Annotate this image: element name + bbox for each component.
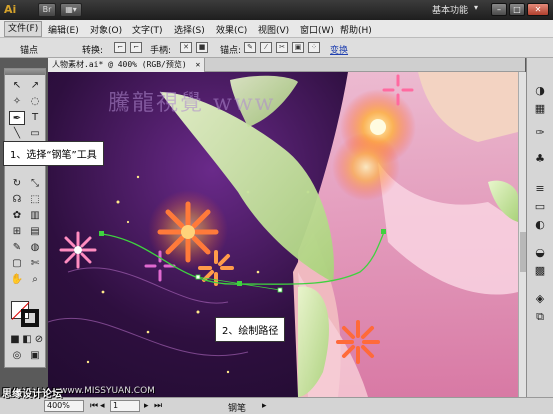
column-graph-tool-icon[interactable]: ▥: [27, 209, 43, 223]
menu-window[interactable]: 窗口(W): [300, 23, 334, 36]
gradient-panel-icon[interactable]: ▭: [532, 200, 548, 214]
hide-handles-icon[interactable]: ■: [196, 42, 208, 53]
eyedropper-tool-icon[interactable]: ✎: [9, 241, 25, 255]
rotate-tool-icon[interactable]: ↻: [9, 177, 25, 191]
anchor-point: [99, 231, 104, 236]
next-artboard-icon[interactable]: ▸: [144, 401, 149, 411]
graphic-styles-panel-icon[interactable]: ▩: [532, 264, 548, 278]
title-bar: Ai Br ▦▾ 基本功能 ▾ – □ ✕: [0, 0, 553, 20]
show-handles-icon[interactable]: ✕: [180, 42, 192, 53]
handles-label: 手柄:: [150, 46, 172, 56]
tools-panel: ↖ ↗ ✧ ◌ ✒ T ╲ ▭ ↻ ⤡ ☊ ⬚ ✿ ▥ ⊞ ▤ ✎ ◍ ▢ ✄ …: [4, 68, 46, 368]
menu-view[interactable]: 视图(V): [258, 23, 289, 36]
anchor-point-label: 锚点: [20, 46, 39, 56]
status-menu-arrow-icon[interactable]: ▸: [262, 401, 267, 411]
step2-callout: 2、绘制路径: [215, 317, 286, 342]
none-mode-icon[interactable]: ⊘: [31, 333, 47, 347]
menu-effect[interactable]: 效果(C): [216, 23, 247, 36]
footer-watermark-brand: 思缘设计论坛: [2, 389, 62, 400]
chevron-down-icon[interactable]: ▾: [474, 3, 478, 12]
right-panel-dock: ◑ ▦ ✑ ♣ ≡ ▭ ◐ ◒ ▩ ◈ ⧉: [526, 58, 553, 397]
free-transform-tool-icon[interactable]: ⬚: [27, 193, 43, 207]
step1-callout: 1、选择“钢笔”工具: [3, 141, 104, 166]
lasso-tool-icon[interactable]: ◌: [27, 95, 43, 109]
menu-help[interactable]: 帮助(H): [340, 23, 372, 36]
bridge-button[interactable]: Br: [38, 3, 56, 17]
document-tab-bar: 人物素材.ai* @ 400% (RGB/预览) ✕: [48, 58, 525, 72]
artboard-number-field[interactable]: 1: [110, 400, 140, 412]
blend-tool-icon[interactable]: ◍: [27, 241, 43, 255]
menu-select[interactable]: 选择(S): [174, 23, 205, 36]
transparency-panel-icon[interactable]: ◐: [532, 218, 548, 232]
reference-point-icon[interactable]: ⁘: [308, 42, 320, 53]
menu-type[interactable]: 文字(T): [132, 23, 163, 36]
direction-handle: [277, 287, 283, 293]
appearance-panel-icon[interactable]: ◒: [532, 246, 548, 260]
artboards-panel-icon[interactable]: ⧉: [532, 310, 548, 324]
draw-normal-icon[interactable]: ◎: [9, 349, 25, 363]
zoom-tool-icon[interactable]: ⌕: [27, 273, 43, 287]
artboard-canvas[interactable]: 騰龍視覺 www: [48, 72, 518, 397]
artboard-tool-icon[interactable]: ▢: [9, 257, 25, 271]
isolate-icon[interactable]: ▣: [292, 42, 304, 53]
remove-anchor-icon[interactable]: ✎: [244, 42, 256, 53]
cut-path-icon[interactable]: ✂: [276, 42, 288, 53]
vertical-scrollbar[interactable]: [518, 72, 526, 397]
last-artboard-icon[interactable]: ⏭: [154, 401, 162, 411]
type-tool-icon[interactable]: T: [27, 111, 43, 125]
panel-grip[interactable]: [5, 69, 45, 75]
canvas-watermark: 騰龍視覺 www: [108, 91, 276, 116]
symbol-sprayer-tool-icon[interactable]: ✿: [9, 209, 25, 223]
anchor-point: [381, 229, 386, 234]
close-tab-icon[interactable]: ✕: [196, 60, 201, 69]
close-button[interactable]: ✕: [527, 3, 549, 16]
scale-tool-icon[interactable]: ⤡: [27, 177, 43, 191]
magic-wand-tool-icon[interactable]: ✧: [9, 95, 25, 109]
color-panel-icon[interactable]: ◑: [532, 84, 548, 98]
minimize-button[interactable]: –: [491, 3, 507, 16]
pen-tool-icon[interactable]: ✒: [9, 111, 25, 125]
connect-anchors-icon[interactable]: ⁄: [260, 42, 272, 53]
symbols-panel-icon[interactable]: ♣: [532, 152, 548, 166]
anchor-points-label: 锚点:: [220, 46, 242, 56]
stroke-swatch[interactable]: [21, 309, 39, 327]
rectangle-tool-icon[interactable]: ▭: [27, 127, 43, 141]
direction-handle: [195, 274, 201, 280]
hand-tool-icon[interactable]: ✋: [9, 273, 25, 287]
prev-artboard-icon[interactable]: ◂: [100, 401, 105, 411]
maximize-button[interactable]: □: [509, 3, 525, 16]
mesh-tool-icon[interactable]: ⊞: [9, 225, 25, 239]
slice-tool-icon[interactable]: ✄: [27, 257, 43, 271]
app-logo: Ai: [4, 3, 17, 16]
brushes-panel-icon[interactable]: ✑: [532, 126, 548, 140]
menu-bar: 文件(F) 编辑(E) 对象(O) 文字(T) 选择(S) 效果(C) 视图(V…: [0, 20, 553, 38]
swatches-panel-icon[interactable]: ▦: [532, 102, 548, 116]
warp-tool-icon[interactable]: ☊: [9, 193, 25, 207]
artwork: 騰龍視覺 www: [48, 72, 518, 397]
menu-object[interactable]: 对象(O): [90, 23, 122, 36]
line-tool-icon[interactable]: ╲: [9, 127, 25, 141]
convert-to-corner-icon[interactable]: ⌐: [114, 42, 126, 53]
menu-edit[interactable]: 编辑(E): [48, 23, 79, 36]
document-title: 人物素材.ai* @ 400% (RGB/预览): [52, 60, 187, 69]
control-bar: 锚点 转换: ⌐ ⌐ 手柄: ✕ ■ 锚点: ✎ ⁄ ✂ ▣ ⁘ 变换: [0, 38, 553, 58]
status-bar: 400% ⏮ ◂ 1 ▸ ⏭ 钢笔 ▸: [0, 397, 553, 414]
gradient-tool-icon[interactable]: ▤: [27, 225, 43, 239]
arrange-documents-button[interactable]: ▦▾: [60, 3, 82, 17]
transform-link[interactable]: 变换: [330, 43, 348, 56]
current-tool-name: 钢笔: [228, 404, 247, 414]
footer-watermark-url: www.MISSYUAN.COM: [60, 386, 155, 396]
screen-mode-icon[interactable]: ▣: [27, 349, 43, 363]
workspace-switcher[interactable]: 基本功能: [432, 3, 468, 16]
stroke-panel-icon[interactable]: ≡: [532, 182, 548, 196]
first-artboard-icon[interactable]: ⏮: [90, 401, 98, 411]
document-tab[interactable]: 人物素材.ai* @ 400% (RGB/预览) ✕: [48, 58, 206, 72]
zoom-field[interactable]: 400%: [44, 400, 84, 412]
convert-to-smooth-icon[interactable]: ⌐: [130, 42, 142, 53]
layers-panel-icon[interactable]: ◈: [532, 292, 548, 306]
direct-selection-tool-icon[interactable]: ↗: [27, 79, 43, 93]
menu-file[interactable]: 文件(F): [4, 21, 43, 37]
convert-label: 转换:: [82, 46, 104, 56]
selection-tool-icon[interactable]: ↖: [9, 79, 25, 93]
